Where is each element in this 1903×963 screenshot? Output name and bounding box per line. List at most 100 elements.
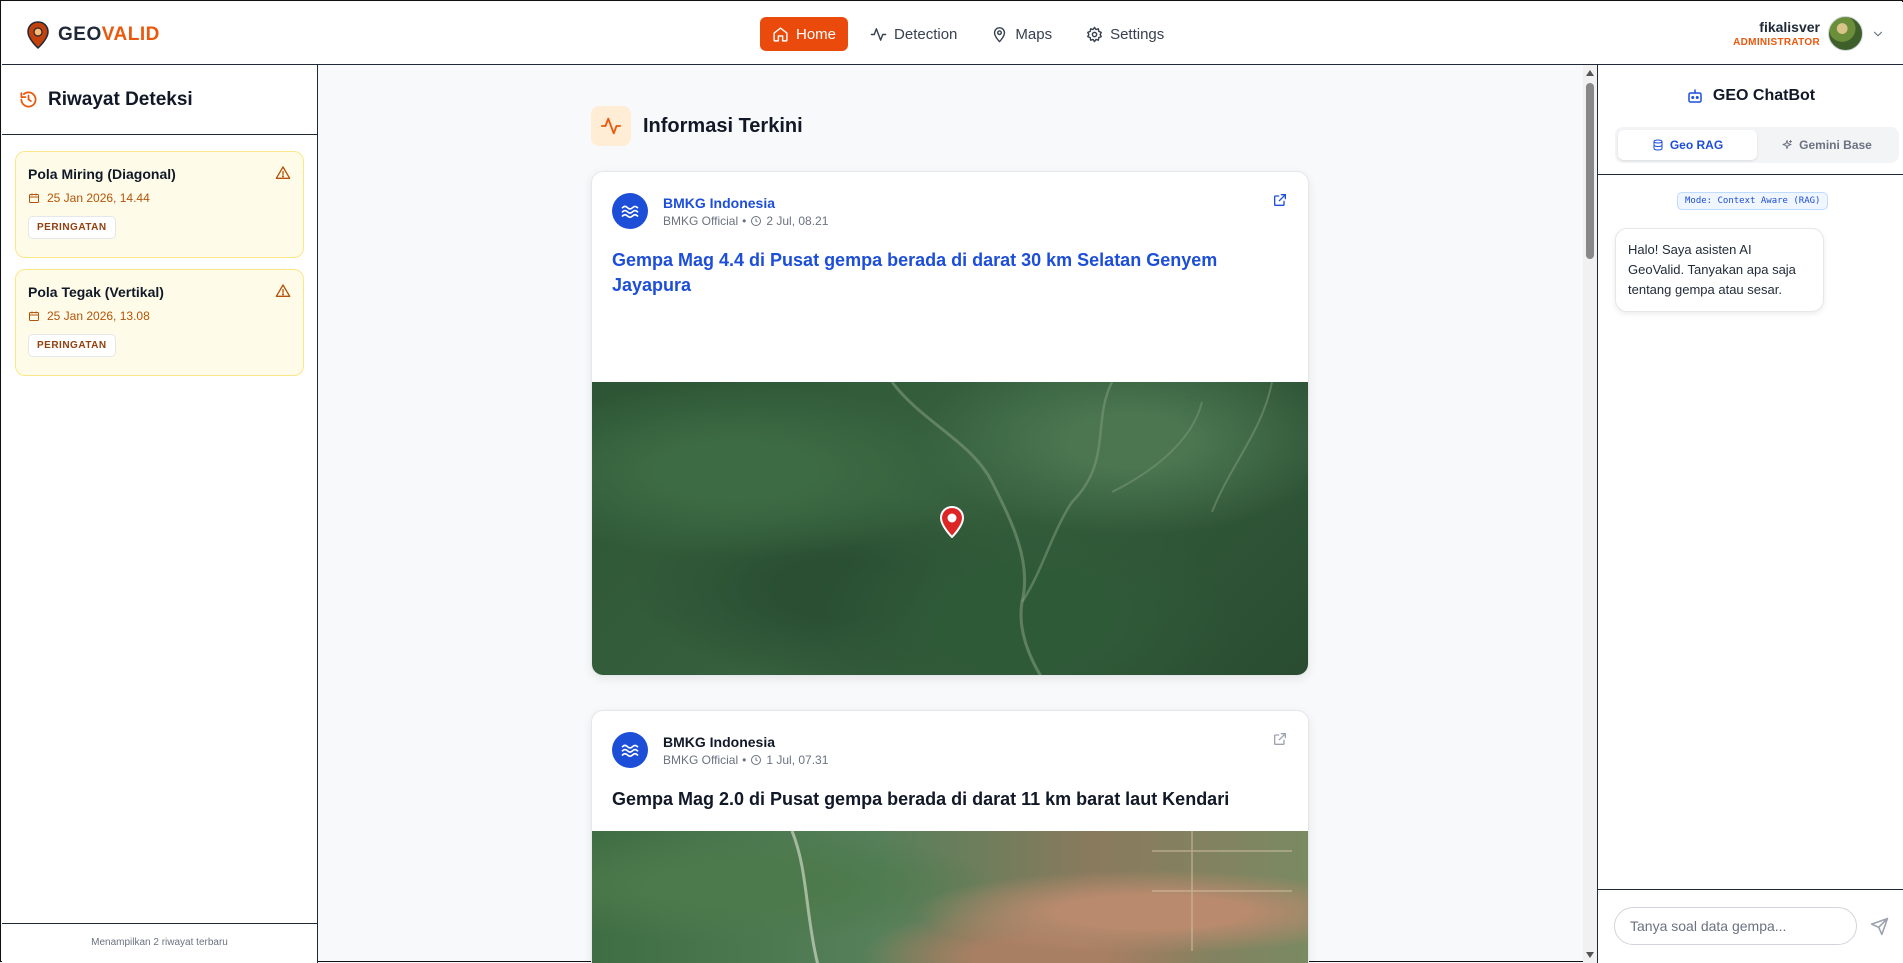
external-link-icon[interactable] (1272, 731, 1288, 747)
chat-input-bar (1598, 889, 1903, 963)
nav-detection[interactable]: Detection (858, 17, 969, 51)
brand-logo[interactable]: GEOVALID (26, 21, 160, 49)
user-info: fikalisver ADMINISTRATOR (1733, 19, 1820, 48)
history-item-date-text: 25 Jan 2026, 13.08 (47, 309, 150, 323)
tab-geo-rag[interactable]: Geo RAG (1618, 130, 1757, 160)
sparkles-icon (1782, 140, 1793, 149)
user-name: fikalisver (1759, 19, 1820, 35)
history-footer: Menampilkan 2 riwayat terbaru (2, 923, 317, 963)
tab-gemini-base[interactable]: Gemini Base (1757, 130, 1896, 160)
source-avatar (612, 193, 648, 229)
source-avatar (612, 732, 648, 768)
history-item-date-text: 25 Jan 2026, 14.44 (47, 191, 150, 205)
user-role: ADMINISTRATOR (1733, 37, 1820, 48)
send-icon[interactable] (1870, 917, 1889, 936)
calendar-icon (29, 311, 39, 321)
chevron-down-icon[interactable] (1871, 27, 1885, 41)
user-menu[interactable]: fikalisver ADMINISTRATOR (1733, 16, 1885, 51)
brand-name: GEOVALID (58, 24, 160, 46)
history-sidebar: Riwayat Deteksi Pola Miring (Diagonal) 2… (2, 65, 318, 963)
river-lines (790, 831, 1292, 963)
meta-separator: • (742, 753, 747, 767)
history-item-date: 25 Jan 2026, 13.08 (28, 309, 291, 323)
meta-separator: • (742, 214, 747, 228)
top-header: GEOVALID Home Detection Maps Settings fi… (2, 2, 1903, 65)
chat-mode-tabs: Geo RAG Gemini Base (1615, 127, 1899, 163)
news-headline[interactable]: Gempa Mag 4.4 di Pusat gempa berada di d… (592, 248, 1308, 315)
scroll-down-arrow[interactable] (1586, 952, 1594, 958)
news-card-header: BMKG Indonesia BMKG Official • 1 Jul, 07.… (592, 711, 1308, 787)
chat-header: GEO ChatBot Geo RAG Gemini Base (1598, 65, 1903, 175)
scroll-up-arrow[interactable] (1586, 70, 1594, 76)
bot-message: Halo! Saya asisten AI GeoValid. Tanyakan… (1615, 228, 1824, 312)
post-author: BMKG Official (663, 214, 739, 228)
avatar[interactable] (1828, 16, 1863, 51)
history-item-title: Pola Miring (Diagonal) (28, 166, 176, 182)
brand-name-part1: GEO (58, 24, 102, 45)
nav-maps-label: Maps (1015, 25, 1053, 43)
chat-title-text: GEO ChatBot (1712, 87, 1816, 104)
news-card-header: BMKG Indonesia BMKG Official • 2 Jul, 08.… (592, 172, 1308, 248)
nav-home-label: Home (796, 25, 837, 43)
tab-geo-rag-label: Geo RAG (1669, 138, 1724, 152)
news-feed: Informasi Terkini BMKG Indonesia BMKG Of… (318, 65, 1597, 963)
waves-icon (621, 744, 639, 758)
home-icon (773, 26, 788, 42)
feed-header-icon (591, 106, 631, 146)
history-item-title: Pola Tegak (Vertikal) (28, 284, 164, 300)
scroll-thumb[interactable] (1586, 83, 1594, 259)
nav-maps[interactable]: Maps (979, 17, 1064, 51)
mode-indicator: Mode: Context Aware (RAG) (1677, 192, 1829, 210)
news-card[interactable]: BMKG Indonesia BMKG Official • 2 Jul, 08.… (591, 171, 1309, 676)
bot-icon (1688, 89, 1702, 103)
activity-icon (870, 27, 887, 41)
post-time: 2 Jul, 08.21 (766, 214, 829, 228)
map-pin-icon (27, 21, 49, 49)
clock-icon (751, 755, 762, 765)
news-card[interactable]: BMKG Indonesia BMKG Official • 1 Jul, 07.… (591, 710, 1309, 963)
tab-gemini-base-label: Gemini Base (1799, 138, 1872, 152)
nav-home[interactable]: Home (760, 17, 849, 51)
history-item-date: 25 Jan 2026, 14.44 (28, 191, 291, 205)
main-nav: Home Detection Maps Settings (760, 17, 1176, 51)
nav-settings-label: Settings (1110, 25, 1165, 43)
map-marker-icon (994, 26, 1006, 42)
satellite-map[interactable] (592, 382, 1308, 675)
history-icon (20, 91, 37, 108)
nav-settings[interactable]: Settings (1074, 17, 1176, 51)
history-header: Riwayat Deteksi (2, 65, 317, 135)
source-name[interactable]: BMKG Indonesia (663, 734, 775, 750)
waves-icon (621, 205, 639, 219)
gear-icon (1087, 26, 1103, 42)
warning-icon (275, 166, 291, 179)
feed-title: Informasi Terkini (643, 114, 803, 137)
history-item[interactable]: Pola Miring (Diagonal) 25 Jan 2026, 14.4… (15, 151, 304, 258)
feed-scrollbar[interactable] (1583, 65, 1597, 963)
calendar-icon (29, 193, 39, 203)
history-list: Pola Miring (Diagonal) 25 Jan 2026, 14.4… (2, 135, 317, 403)
warning-icon (275, 284, 291, 297)
external-link-icon[interactable] (1272, 192, 1288, 208)
post-author: BMKG Official (663, 753, 739, 767)
news-headline[interactable]: Gempa Mag 2.0 di Pusat gempa berada di d… (592, 787, 1308, 823)
history-item[interactable]: Pola Tegak (Vertikal) 25 Jan 2026, 13.08… (15, 269, 304, 376)
post-meta: BMKG Official • 2 Jul, 08.21 (663, 214, 828, 228)
nav-detection-label: Detection (894, 25, 958, 43)
location-pin-icon (939, 506, 965, 538)
app-frame: GEOVALID Home Detection Maps Settings fi… (0, 0, 1903, 963)
chat-input[interactable] (1614, 907, 1857, 945)
activity-icon (600, 117, 622, 135)
chat-title: GEO ChatBot (1598, 87, 1903, 105)
history-title: Riwayat Deteksi (48, 88, 193, 110)
clock-icon (751, 216, 762, 226)
post-meta: BMKG Official • 1 Jul, 07.31 (663, 753, 828, 767)
status-badge: PERINGATAN (28, 334, 116, 357)
feed-header: Informasi Terkini (591, 106, 803, 146)
satellite-map[interactable] (592, 831, 1308, 963)
brand-name-part2: VALID (101, 24, 160, 45)
post-time: 1 Jul, 07.31 (766, 753, 829, 767)
chatbot-panel: GEO ChatBot Geo RAG Gemini Base Mode: Co… (1597, 65, 1903, 963)
source-name[interactable]: BMKG Indonesia (663, 195, 775, 211)
database-icon (1653, 139, 1663, 151)
status-badge: PERINGATAN (28, 216, 116, 239)
